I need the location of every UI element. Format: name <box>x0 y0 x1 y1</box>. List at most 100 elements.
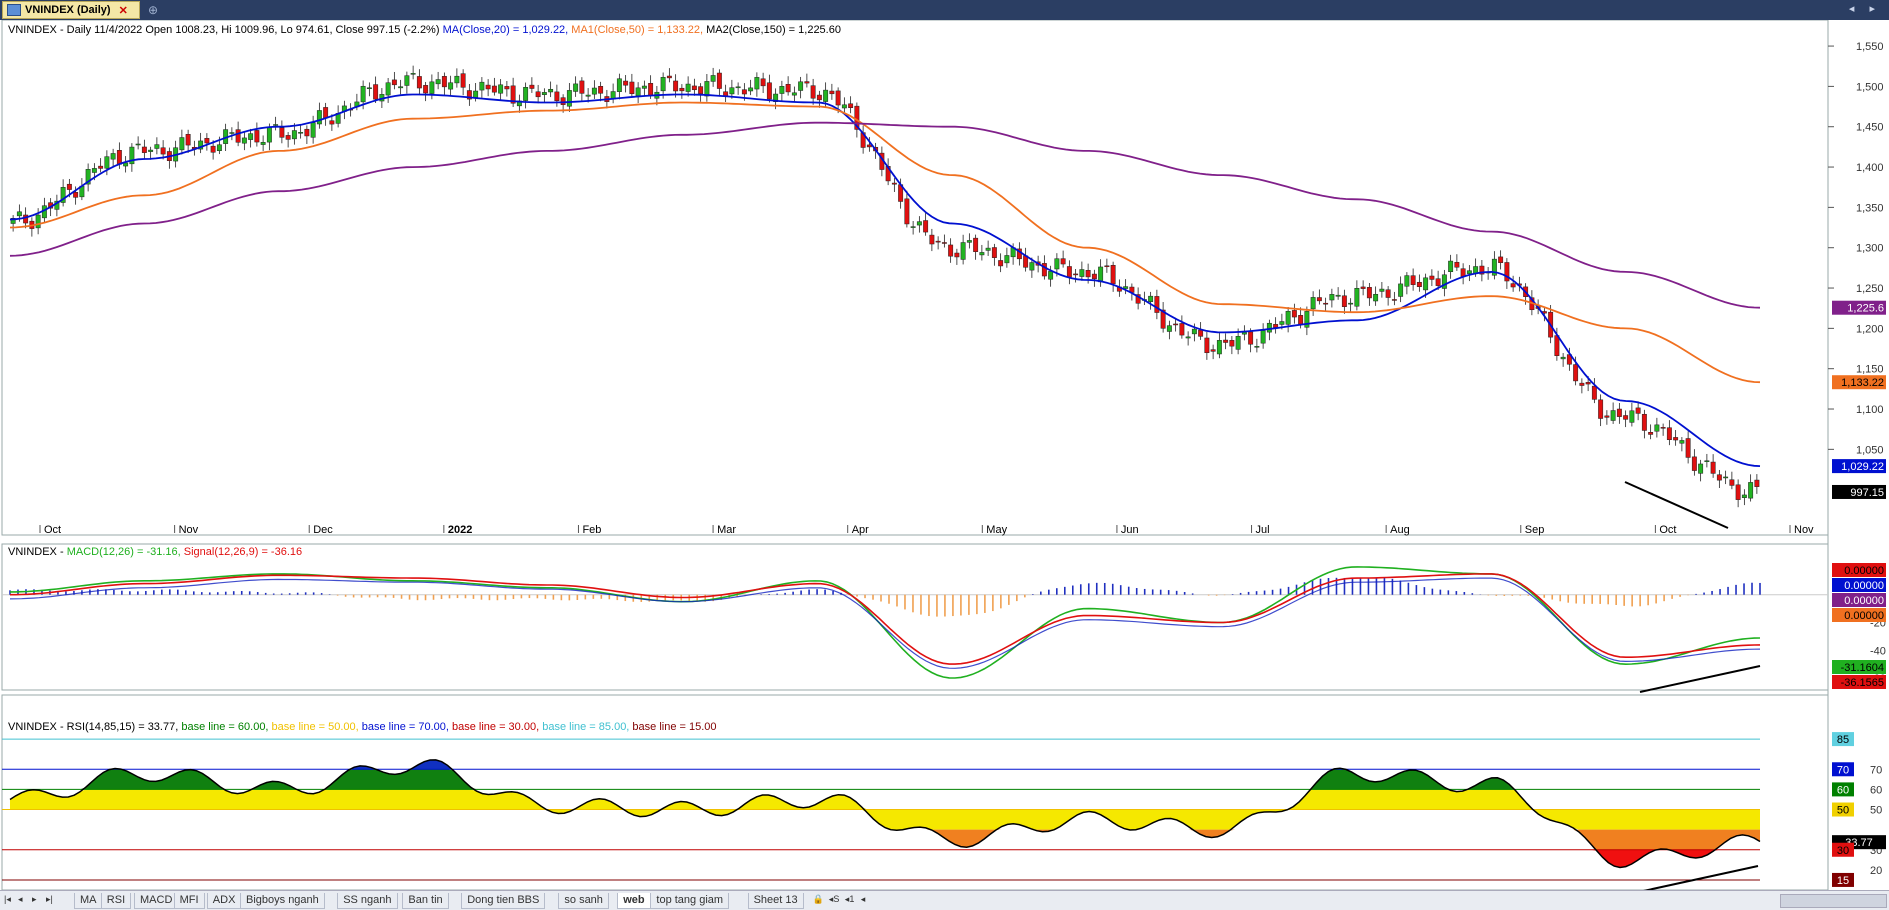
sheet-tab[interactable]: ADX <box>206 893 242 909</box>
sheet-extra-icon[interactable]: ◂1 <box>845 894 855 905</box>
sheet-nav-icon[interactable]: ▸| <box>46 894 53 905</box>
candle-body <box>1648 432 1654 435</box>
candle-body <box>491 85 497 93</box>
sheet-extra-icon[interactable]: ◂S <box>829 894 840 905</box>
macd-title: VNINDEX - MACD(12,26) = -31.16, Signal(1… <box>8 546 302 558</box>
candle-body <box>1154 296 1160 313</box>
candle-body <box>985 247 991 251</box>
ma50-label: MA1(Close,50) = 1,133.22, <box>571 24 703 36</box>
sheet-extra-icon[interactable]: ◂ <box>861 894 866 905</box>
horizontal-scrollbar[interactable] <box>1780 894 1887 908</box>
candle-body <box>1748 482 1754 499</box>
candle-body <box>1448 260 1454 273</box>
price-axis-label: 1,050 <box>1856 444 1884 456</box>
candle-body <box>679 87 685 92</box>
candle-body <box>504 86 510 90</box>
sheet-tab[interactable]: so sanh <box>558 893 609 909</box>
candle-body <box>1416 281 1422 287</box>
candle-body <box>529 84 535 89</box>
rsi-base-line-label: base line = 70.00, <box>359 721 449 733</box>
candle-body <box>1466 270 1472 274</box>
chart-tab[interactable]: VNINDEX (Daily) ✕ <box>2 1 140 19</box>
candle-body <box>1279 321 1285 325</box>
sheet-tab[interactable]: Sheet 13 <box>747 893 804 909</box>
price-panel <box>1 20 1829 536</box>
chart-svg[interactable]: VNINDEX - Daily 11/4/2022 Open 1008.23, … <box>0 20 1889 890</box>
candle-body <box>673 80 679 92</box>
sheet-tab[interactable]: web <box>617 893 651 909</box>
sheet-tab[interactable]: Ban tin <box>402 893 449 909</box>
candle-body <box>479 81 485 91</box>
candle-body <box>1754 479 1760 487</box>
sheet-tab[interactable]: MA <box>74 893 103 909</box>
chart-area[interactable]: VNINDEX - Daily 11/4/2022 Open 1008.23, … <box>0 20 1889 890</box>
candle-body <box>1229 340 1235 347</box>
candle-body <box>960 242 966 260</box>
candle-body <box>104 156 110 169</box>
candle-body <box>1298 315 1304 325</box>
ma20-label: MA(Close,20) = 1,029.22, <box>443 24 569 36</box>
sheet-tab[interactable]: MFI <box>173 893 205 909</box>
sheet-tab[interactable]: Bigboys nganh <box>240 893 325 909</box>
sheet-tab[interactable]: RSI <box>100 893 132 909</box>
sheet-nav-icon[interactable]: ▸ <box>32 894 37 905</box>
candle-body <box>1685 438 1691 458</box>
sheet-extra-icon[interactable]: 🔒 <box>813 894 824 905</box>
candle-body <box>123 162 129 167</box>
candle-body <box>685 83 691 92</box>
candle-body <box>1554 335 1560 356</box>
candle-body <box>1166 325 1172 332</box>
candle-body <box>954 252 960 258</box>
candle-body <box>691 85 697 91</box>
candle-body <box>848 103 854 108</box>
sheet-tab[interactable]: SS nganh <box>337 893 398 909</box>
month-label: Aug <box>1390 524 1410 536</box>
price-axis-label: 1,150 <box>1856 364 1884 376</box>
candle-body <box>235 129 241 143</box>
sheet-nav-icon[interactable]: ◂ <box>18 894 23 905</box>
candle-body <box>1629 410 1635 423</box>
candle-body <box>1079 269 1085 277</box>
rsi-base-line-label: base line = 85.00, <box>539 721 629 733</box>
candle-body <box>298 132 304 134</box>
candle-body <box>216 144 222 152</box>
candle-body <box>1654 424 1660 432</box>
candle-body <box>1610 410 1616 421</box>
close-icon[interactable]: ✕ <box>119 4 128 17</box>
month-label: Feb <box>582 524 601 536</box>
candle-body <box>66 183 72 190</box>
candle-body <box>910 226 916 228</box>
candle-body <box>1710 461 1716 474</box>
sheet-nav-icon[interactable]: |◂ <box>4 894 11 905</box>
candle-body <box>1054 258 1060 270</box>
candle-body <box>1579 382 1585 386</box>
candle-body <box>785 83 791 93</box>
candle-body <box>435 79 441 85</box>
candle-body <box>1379 288 1385 292</box>
candle-body <box>1254 346 1260 348</box>
signal-label: Signal(12,26,9) = -36.16 <box>184 546 302 558</box>
sheet-tab[interactable]: top tang giam <box>650 893 730 909</box>
candle-body <box>473 90 479 98</box>
candle-body <box>1085 270 1091 278</box>
candle-body <box>291 130 297 140</box>
candle-body <box>1191 328 1197 335</box>
month-label: Nov <box>179 524 199 536</box>
add-tab-icon[interactable]: ⊕ <box>148 3 158 17</box>
candle-body <box>1148 295 1154 302</box>
sheet-tab[interactable]: Dong tien BBS <box>461 893 546 909</box>
price-axis-label: 1,350 <box>1856 202 1884 214</box>
candle-body <box>1704 460 1710 462</box>
sheet-tab[interactable]: MACD <box>134 893 179 909</box>
candle-body <box>154 144 160 149</box>
candle-body <box>248 133 254 140</box>
candle-body <box>760 78 766 87</box>
tab-nav-icons[interactable]: ◂ ▸ <box>1849 2 1881 15</box>
candle-body <box>1623 415 1629 420</box>
candle-body <box>991 247 997 258</box>
candle-body <box>1273 324 1279 328</box>
macd-badge-label: -31.1604 <box>1841 662 1884 674</box>
candle-body <box>866 144 872 148</box>
candle-body <box>429 81 435 94</box>
candle-body <box>260 142 266 145</box>
